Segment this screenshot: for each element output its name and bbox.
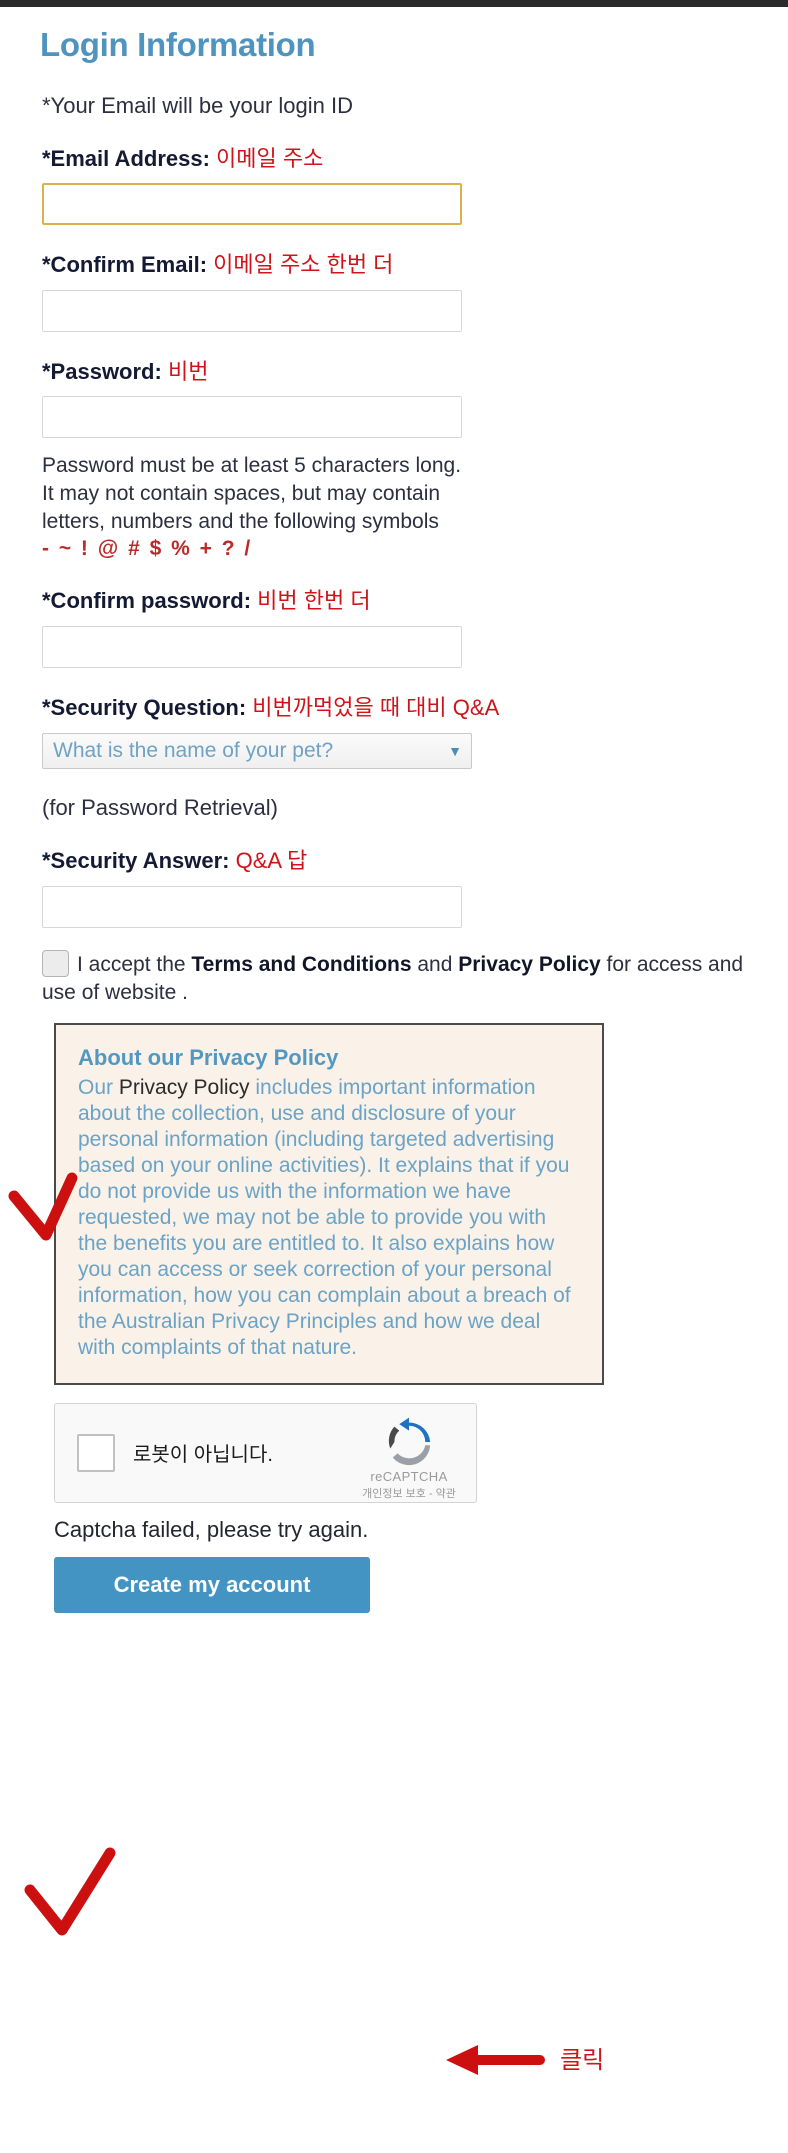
create-account-button[interactable]: Create my account (54, 1556, 370, 1613)
confirm-email-annotation-kr: 이메일 주소 한번 더 (213, 252, 394, 278)
email-address-label-text: *Email Address: (42, 145, 210, 171)
password-label-text: *Password: (42, 358, 162, 384)
top-window-bar (0, 0, 788, 7)
terms-acceptance-row: I accept the Terms and Conditions and Pr… (42, 949, 760, 1007)
security-answer-annotation-kr: Q&A 답 (235, 848, 308, 874)
privacy-policy-inline-name: Privacy Policy (118, 1075, 250, 1099)
page-title: Login Information (40, 26, 316, 63)
captcha-error-message: Captcha failed, please try again. (54, 1516, 369, 1542)
privacy-lead-text: Our (78, 1075, 119, 1099)
password-rule-line-3: letters, numbers and the following symbo… (42, 509, 439, 533)
security-question-selected-value: What is the name of your pet? (53, 739, 334, 763)
privacy-policy-heading: About our Privacy Policy (78, 1044, 339, 1070)
recaptcha-checkbox[interactable] (77, 1433, 115, 1472)
email-address-annotation-kr: 이메일 주소 (216, 145, 324, 171)
password-input[interactable] (42, 396, 462, 439)
confirm-email-label-text: *Confirm Email: (42, 252, 208, 278)
terms-text-before: I accept the (77, 952, 192, 976)
password-label: *Password: 비번 (42, 358, 760, 386)
click-annotation-kr: 클릭 (560, 2047, 605, 2074)
terms-text-mid: and (411, 952, 459, 976)
recaptcha-checkmark-annotation (24, 1847, 116, 1936)
confirm-email-label: *Confirm Email: 이메일 주소 한번 더 (42, 251, 760, 279)
recaptcha-privacy-terms-links[interactable]: 개인정보 보호 - 약관 (354, 1485, 464, 1501)
security-question-annotation-kr: 비번까먹었을 때 대비 Q&A (252, 694, 500, 720)
confirm-email-input[interactable] (42, 289, 462, 332)
terms-checkbox[interactable] (42, 949, 69, 977)
recaptcha-branding: reCAPTCHA 개인정보 보호 - 약관 (354, 1416, 464, 1501)
security-answer-label: *Security Answer: Q&A 답 (42, 847, 760, 875)
password-rule-line-2: It may not contain spaces, but may conta… (42, 481, 441, 505)
password-rules: Password must be at least 5 characters l… (42, 452, 760, 535)
recaptcha-brand-name: reCAPTCHA (370, 1468, 448, 1484)
recaptcha-widget[interactable]: 로봇이 아닙니다. reCAPTCHA 개인정보 보호 - 약관 (54, 1402, 477, 1503)
email-input[interactable] (42, 183, 462, 226)
password-rule-line-1: Password must be at least 5 characters l… (42, 454, 462, 478)
privacy-policy-body: Our Privacy Policy includes important in… (78, 1075, 580, 1361)
recaptcha-label: 로봇이 아닙니다. (133, 1444, 273, 1467)
security-answer-label-text: *Security Answer: (42, 848, 230, 874)
confirm-password-input[interactable] (42, 625, 462, 668)
terms-and-conditions-link[interactable]: Terms and Conditions (191, 953, 411, 976)
security-question-select[interactable]: What is the name of your pet? ▼ (42, 733, 472, 770)
confirm-password-label: *Confirm password: 비번 한번 더 (42, 587, 760, 615)
confirm-password-label-text: *Confirm password: (42, 588, 252, 614)
privacy-policy-link[interactable]: Privacy Policy (458, 953, 600, 976)
privacy-body-text: includes important information about the… (78, 1075, 571, 1359)
password-retrieval-note: (for Password Retrieval) (42, 795, 278, 821)
email-address-label: *Email Address: 이메일 주소 (42, 145, 760, 173)
privacy-policy-box: About our Privacy Policy Our Privacy Pol… (54, 1022, 604, 1385)
confirm-password-annotation-kr: 비번 한번 더 (257, 588, 371, 614)
security-question-label-text: *Security Question: (42, 694, 247, 720)
security-question-label: *Security Question: 비번까먹었을 때 대비 Q&A (42, 694, 760, 722)
click-arrow-head (446, 2045, 478, 2075)
password-annotation-kr: 비번 (167, 358, 209, 384)
chevron-down-icon: ▼ (448, 743, 462, 760)
email-login-hint: *Your Email will be your login ID (42, 92, 353, 118)
security-answer-input[interactable] (42, 885, 462, 928)
registration-form-page: Login Information *Your Email will be yo… (0, 25, 788, 1613)
recaptcha-icon (388, 1417, 431, 1466)
password-allowed-symbols: - ~ ! @ # $ % + ? / (42, 537, 253, 561)
